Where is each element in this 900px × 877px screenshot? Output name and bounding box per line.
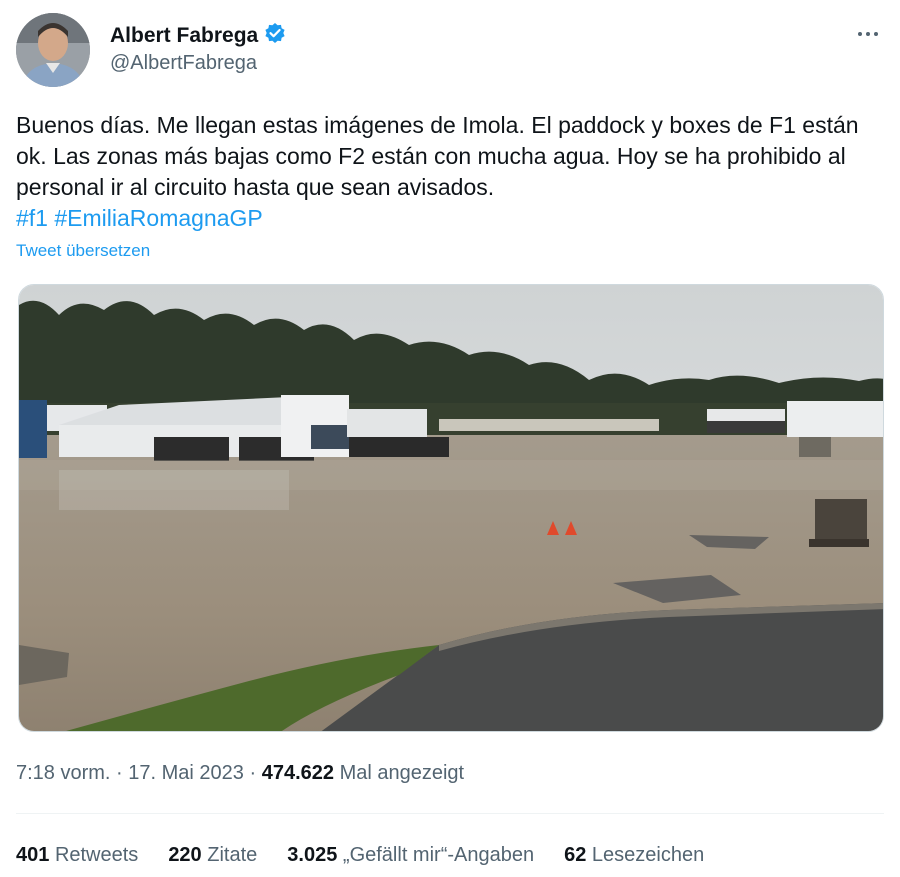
engagement-stats: 401 Retweets 220 Zitate 3.025 „Gefällt m…: [16, 844, 734, 867]
avatar[interactable]: [16, 13, 90, 87]
quotes-label: Zitate: [207, 844, 258, 866]
views-count: 474.622: [261, 762, 335, 784]
tweet-photo[interactable]: [18, 284, 884, 732]
likes-count: 3.025: [287, 844, 338, 866]
translate-tweet-link[interactable]: Tweet übersetzen: [16, 241, 150, 261]
retweets-label: Retweets: [54, 844, 139, 866]
quotes-stat[interactable]: 220 Zitate: [168, 844, 257, 867]
likes-stat[interactable]: 3.025 „Gefällt mir“-Angaben: [287, 844, 534, 867]
quotes-count: 220: [168, 844, 202, 866]
tweet-text: Buenos días. Me llegan estas imágenes de…: [16, 110, 886, 234]
divider: [16, 813, 884, 814]
hashtags: #f1 #EmiliaRomagnaGP: [16, 203, 886, 234]
more-options-icon[interactable]: [850, 22, 886, 46]
views-label: Mal angezeigt: [339, 762, 465, 784]
display-name[interactable]: Albert Fabrega: [110, 24, 258, 48]
meta-separator: ·: [116, 762, 123, 784]
likes-label: „Gefällt mir“-Angaben: [342, 844, 535, 866]
tweet-meta: 7:18 vorm. · 17. Mai 2023 · 474.622 Mal …: [16, 762, 464, 785]
tweet-header: Albert Fabrega @AlbertFabrega: [16, 12, 886, 88]
tweet-time[interactable]: 7:18 vorm.: [16, 762, 110, 784]
tweet-body: Buenos días. Me llegan estas imágenes de…: [16, 112, 859, 200]
tweet-date[interactable]: 17. Mai 2023: [128, 762, 244, 784]
meta-separator-2: ·: [249, 762, 257, 784]
bookmarks-count: 62: [564, 844, 587, 866]
name-row: Albert Fabrega: [110, 22, 286, 49]
verified-badge-icon: [264, 22, 286, 49]
retweets-stat[interactable]: 401 Retweets: [16, 844, 138, 867]
author-handle[interactable]: @AlbertFabrega: [110, 52, 257, 75]
hashtag-emiliaromagnagp[interactable]: #EmiliaRomagnaGP: [54, 205, 262, 231]
hashtag-f1[interactable]: #f1: [16, 205, 48, 231]
bookmarks-stat[interactable]: 62 Lesezeichen: [564, 844, 704, 867]
retweets-count: 401: [16, 844, 50, 866]
flooded-paddock-photo: [19, 285, 883, 731]
profile-photo: [16, 13, 90, 87]
bookmarks-label: Lesezeichen: [591, 844, 705, 866]
